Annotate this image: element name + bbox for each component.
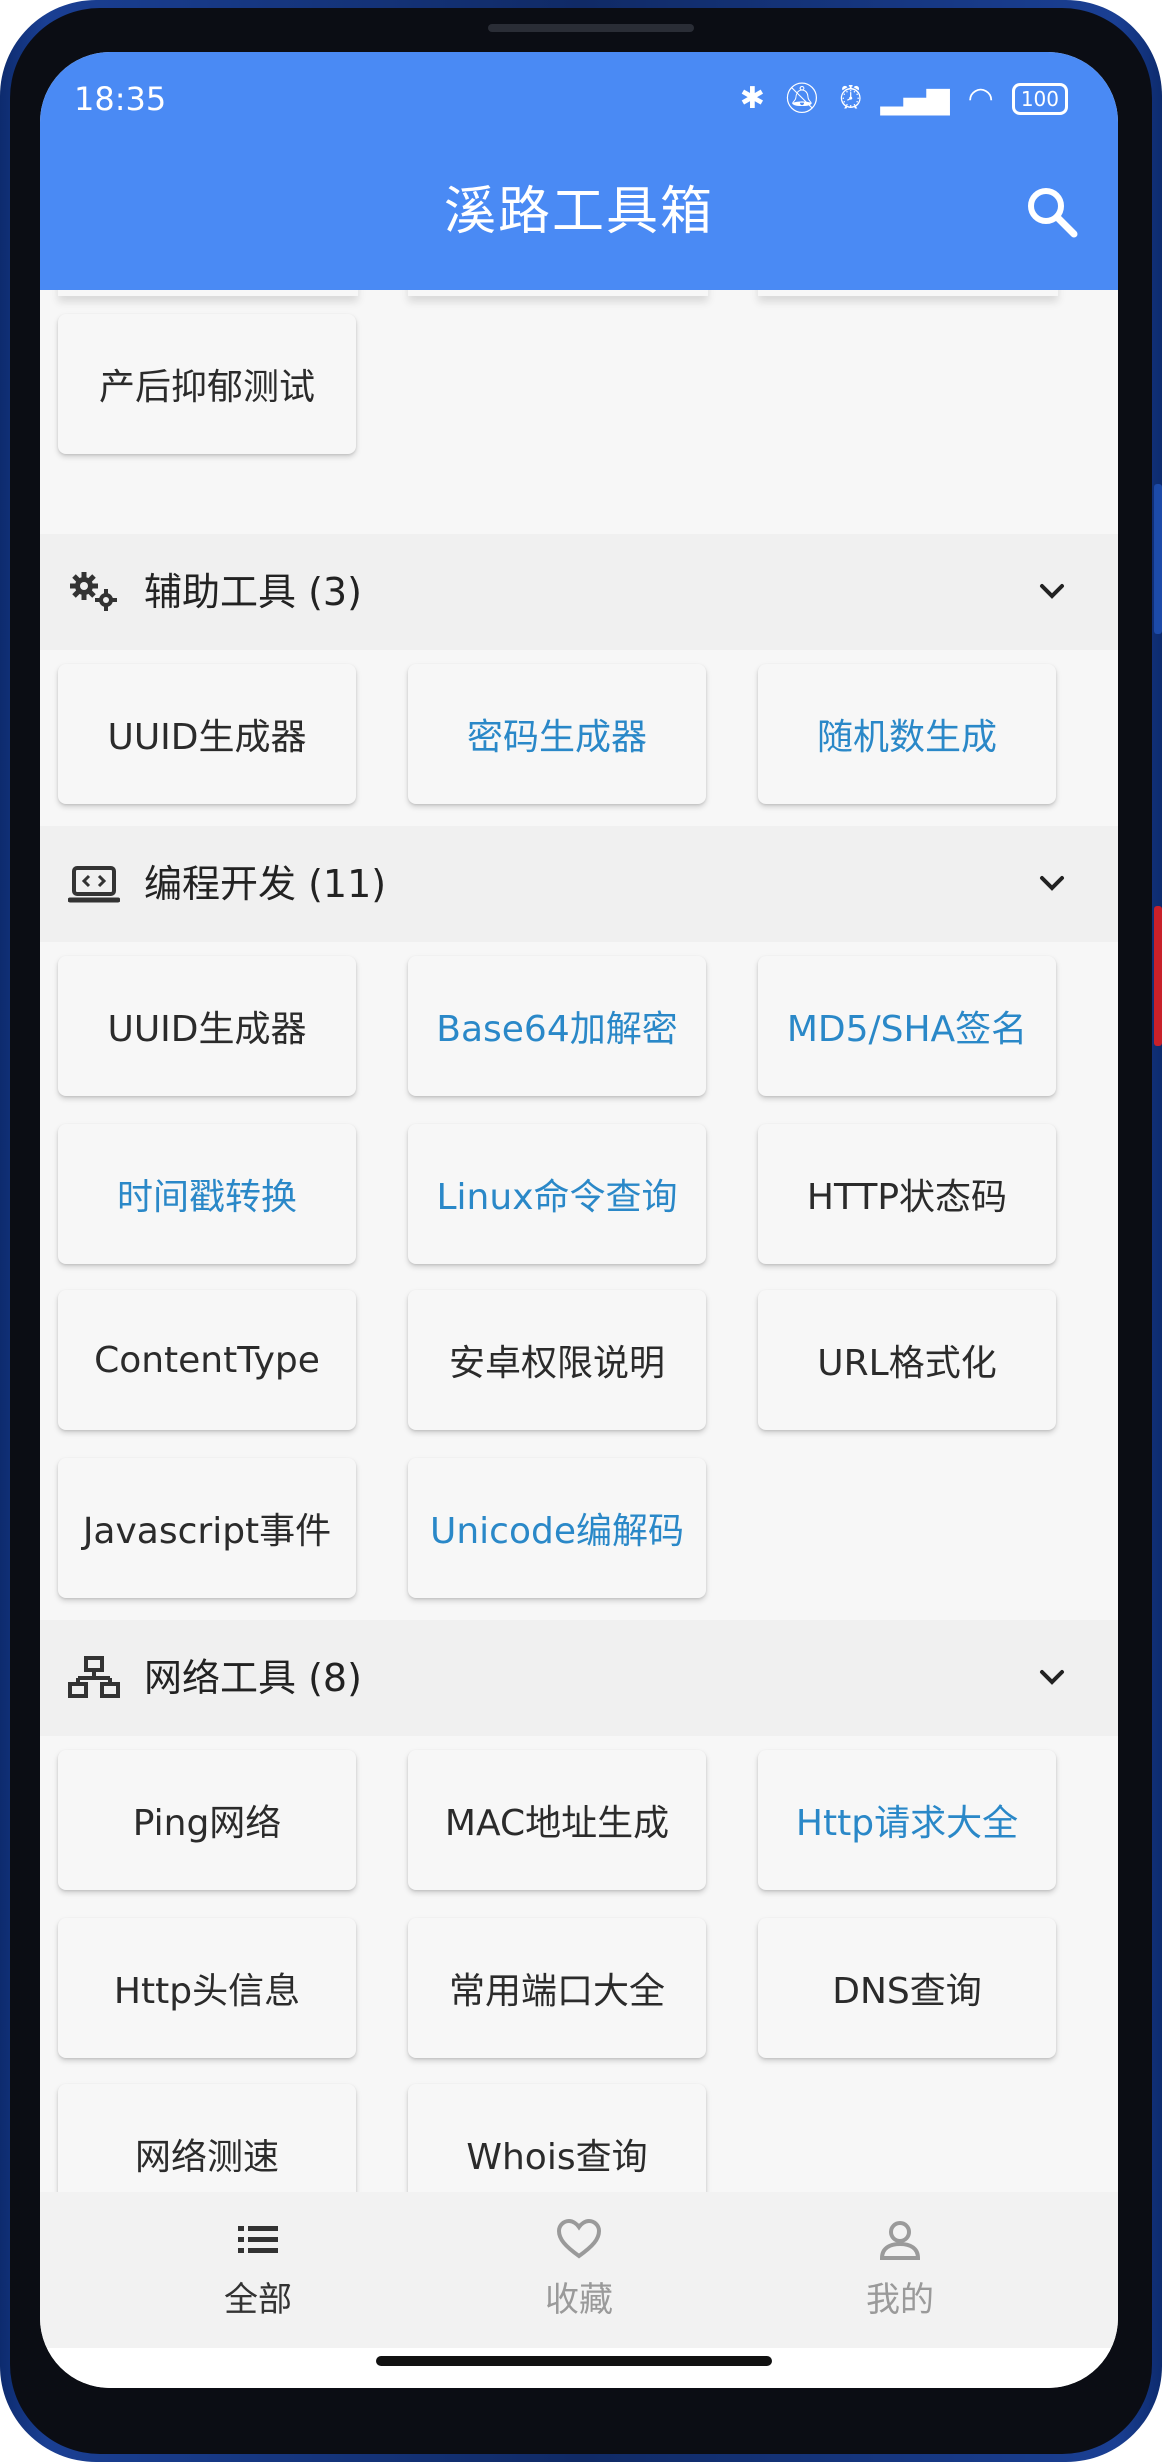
gesture-area	[40, 2348, 1118, 2388]
screen: 18:35 ✱ 🔕︎ ⏰︎ ▂▄▆ ◠ 100 溪路工具箱 产后抑郁测试 辅助工…	[40, 52, 1118, 2388]
nav-label: 收藏	[545, 2280, 613, 2320]
status-icons: ✱ 🔕︎ ⏰︎ ▂▄▆ ◠ 100	[740, 80, 1068, 118]
section-title: 编程开发 (11)	[144, 862, 387, 906]
chevron-down-icon[interactable]	[1032, 1658, 1072, 1698]
tool-tile[interactable]: 常用端口大全	[408, 1918, 706, 2058]
mute-icon: 🔕︎	[782, 81, 821, 116]
partial-tile	[408, 290, 708, 296]
bottom-nav: 全部 收藏 我的	[40, 2192, 1118, 2348]
home-indicator[interactable]	[376, 2356, 772, 2366]
partial-tile	[58, 290, 358, 296]
tool-tile[interactable]: Whois查询	[408, 2084, 706, 2192]
nav-tab-all[interactable]: 全部	[158, 2216, 358, 2321]
status-time: 18:35	[74, 80, 167, 118]
tool-tile[interactable]: Http头信息	[58, 1918, 356, 2058]
battery-icon: 100	[1011, 83, 1068, 115]
nav-tab-favorites[interactable]: 收藏	[479, 2216, 679, 2321]
tool-tile[interactable]: UUID生成器	[58, 956, 356, 1096]
search-icon	[1028, 188, 1078, 238]
section-header-network-tools[interactable]: 网络工具 (8)	[40, 1620, 1118, 1736]
tool-tile[interactable]: MD5/SHA签名	[758, 956, 1056, 1096]
section-title: 网络工具 (8)	[144, 1656, 362, 1700]
chevron-down-icon[interactable]	[1032, 864, 1072, 904]
tool-tile[interactable]: UUID生成器	[58, 664, 356, 804]
wifi-icon: ◠	[967, 81, 994, 116]
nav-label: 全部	[224, 2280, 292, 2320]
app-title: 溪路工具箱	[443, 182, 714, 242]
tool-tile[interactable]: 时间戳转换	[58, 1124, 356, 1264]
network-icon	[68, 1656, 120, 1698]
signal-icon: ▂▄▆	[880, 81, 950, 116]
phone-frame: 18:35 ✱ 🔕︎ ⏰︎ ▂▄▆ ◠ 100 溪路工具箱 产后抑郁测试 辅助工…	[0, 0, 1162, 2462]
gears-icon	[70, 572, 117, 611]
chevron-down-icon[interactable]	[1032, 572, 1072, 612]
tool-tile[interactable]: 安卓权限说明	[408, 1290, 706, 1430]
earpiece-speaker	[488, 24, 694, 32]
tool-tile[interactable]: MAC地址生成	[408, 1750, 706, 1890]
section-header-programming[interactable]: 编程开发 (11)	[40, 826, 1118, 942]
tool-tile[interactable]: Ping网络	[58, 1750, 356, 1890]
tool-list[interactable]: 产后抑郁测试 辅助工具 (3) UUID生成器 密码生成器 随机数生成 编程开发…	[40, 290, 1118, 2192]
section-header-aux-tools[interactable]: 辅助工具 (3)	[40, 534, 1118, 650]
code-laptop-icon	[68, 866, 120, 903]
person-icon	[879, 2221, 921, 2260]
tool-tile[interactable]: URL格式化	[758, 1290, 1056, 1430]
tool-tile[interactable]: 密码生成器	[408, 664, 706, 804]
search-button[interactable]	[1022, 182, 1082, 242]
tool-tile[interactable]: 随机数生成	[758, 664, 1056, 804]
tool-tile[interactable]: 网络测速	[58, 2084, 356, 2192]
tool-tile[interactable]: 产后抑郁测试	[58, 314, 356, 454]
tool-tile[interactable]: Unicode编解码	[408, 1458, 706, 1598]
alarm-icon: ⏰︎	[839, 81, 863, 116]
tool-tile[interactable]: ContentType	[58, 1290, 356, 1430]
volume-button	[1154, 484, 1162, 634]
bluetooth-icon: ✱	[739, 81, 765, 116]
nav-tab-me[interactable]: 我的	[800, 2216, 1000, 2321]
section-title: 辅助工具 (3)	[144, 570, 362, 614]
tool-tile[interactable]: HTTP状态码	[758, 1124, 1056, 1264]
power-button	[1154, 906, 1162, 1046]
heart-icon	[556, 2218, 602, 2259]
tool-tile[interactable]: Javascript事件	[58, 1458, 356, 1598]
tool-tile[interactable]: Base64加解密	[408, 956, 706, 1096]
list-icon	[238, 2226, 278, 2253]
tool-tile[interactable]: Http请求大全	[758, 1750, 1056, 1890]
partial-tile	[758, 290, 1058, 296]
tool-tile[interactable]: DNS查询	[758, 1918, 1056, 2058]
tool-tile[interactable]: Linux命令查询	[408, 1124, 706, 1264]
nav-label: 我的	[866, 2280, 934, 2320]
app-header: 18:35 ✱ 🔕︎ ⏰︎ ▂▄▆ ◠ 100 溪路工具箱	[40, 52, 1118, 290]
